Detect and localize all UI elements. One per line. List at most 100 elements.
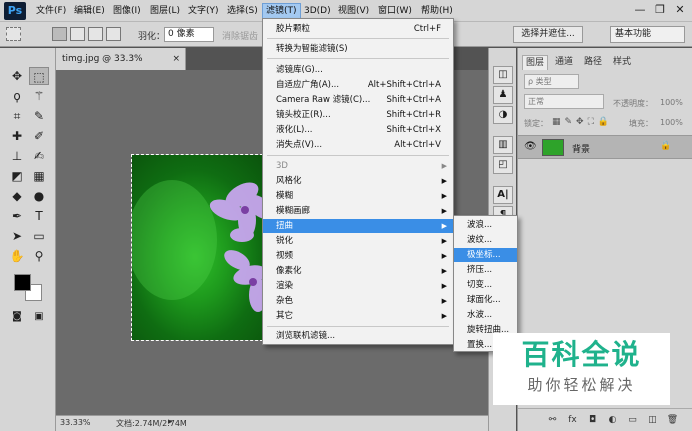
close-window-button[interactable]: ✕ bbox=[670, 0, 690, 20]
menu-file[interactable]: 文件(F) bbox=[33, 4, 69, 19]
lasso-tool-icon[interactable]: ϙ bbox=[7, 87, 27, 105]
menu-item-filter-gallery[interactable]: 滤镜库(G)... bbox=[263, 63, 453, 77]
visibility-eye-icon[interactable]: 👁 bbox=[524, 141, 537, 152]
menu-item-browse-filters-online[interactable]: 浏览联机滤镜... bbox=[263, 329, 453, 343]
workspace-select[interactable]: 基本功能 bbox=[610, 26, 685, 43]
link-layers-icon[interactable]: ⚯ bbox=[546, 414, 559, 427]
blend-mode-select[interactable]: 正常 bbox=[524, 94, 604, 109]
opacity-value[interactable]: 100% bbox=[660, 98, 683, 107]
submenu-item-zigzag[interactable]: 水波... bbox=[454, 308, 517, 322]
feather-input[interactable]: 0 像素 bbox=[164, 27, 214, 42]
zoom-tool-icon[interactable]: ⚲ bbox=[29, 247, 49, 265]
menu-item-camera-raw[interactable]: Camera Raw 滤镜(C)... Shift+Ctrl+A bbox=[263, 93, 453, 107]
submenu-item-polar-coordinates[interactable]: 极坐标... bbox=[454, 248, 517, 262]
menu-view[interactable]: 视图(V) bbox=[335, 4, 372, 19]
menu-item-blur-gallery[interactable]: 模糊画廊 ▶ bbox=[263, 204, 453, 218]
submenu-item-ripple[interactable]: 波纹... bbox=[454, 233, 517, 247]
menu-item-pixelate[interactable]: 像素化 ▶ bbox=[263, 264, 453, 278]
subtract-selection-icon[interactable] bbox=[88, 27, 103, 41]
menu-item-blur[interactable]: 模糊 ▶ bbox=[263, 189, 453, 203]
close-tab-icon[interactable]: × bbox=[172, 48, 180, 70]
zoom-level[interactable]: 33.33% bbox=[60, 418, 91, 427]
new-group-icon[interactable]: ▭ bbox=[626, 414, 639, 427]
new-layer-icon[interactable]: ◫ bbox=[646, 414, 659, 427]
menu-type[interactable]: 文字(Y) bbox=[185, 4, 222, 19]
swatches-panel-icon[interactable]: ◰ bbox=[493, 156, 513, 174]
lock-icons[interactable]: ▦✎✥⛶🔒 bbox=[552, 117, 613, 127]
menu-item-render[interactable]: 渲染 ▶ bbox=[263, 279, 453, 293]
blur-tool-icon[interactable]: ◆ bbox=[7, 187, 27, 205]
clone-stamp-tool-icon[interactable]: ⊥ bbox=[7, 147, 27, 165]
history-brush-tool-icon[interactable]: ✍ bbox=[29, 147, 49, 165]
menu-select[interactable]: 选择(S) bbox=[224, 4, 261, 19]
menu-edit[interactable]: 编辑(E) bbox=[71, 4, 108, 19]
select-and-mask-button[interactable]: 选择并遮住... bbox=[513, 26, 583, 43]
submenu-item-shear[interactable]: 切变... bbox=[454, 278, 517, 292]
submenu-item-spherize[interactable]: 球面化... bbox=[454, 293, 517, 307]
adjustment-layer-icon[interactable]: ◐ bbox=[606, 414, 619, 427]
tab-paths[interactable]: 路径 bbox=[581, 55, 605, 70]
delete-layer-icon[interactable]: 🗑 bbox=[666, 414, 679, 427]
move-tool-icon[interactable]: ✥ bbox=[7, 67, 27, 85]
menu-image[interactable]: 图像(I) bbox=[110, 4, 144, 19]
menu-item-vanishing-point[interactable]: 消失点(V)... Alt+Ctrl+V bbox=[263, 138, 453, 152]
menu-item-lens-correction[interactable]: 镜头校正(R)... Shift+Ctrl+R bbox=[263, 108, 453, 122]
intersect-selection-icon[interactable] bbox=[106, 27, 121, 41]
adjustments-panel-icon[interactable]: ◑ bbox=[493, 106, 513, 124]
restore-button[interactable]: ❐ bbox=[650, 0, 670, 20]
minimize-button[interactable]: — bbox=[630, 0, 650, 20]
magic-wand-tool-icon[interactable]: ⚚ bbox=[29, 87, 49, 105]
layer-kind-filter[interactable]: ρ 类型 bbox=[524, 74, 579, 89]
menu-item-3d[interactable]: 3D ▶ bbox=[263, 159, 453, 173]
healing-brush-tool-icon[interactable]: ✚ bbox=[7, 127, 27, 145]
layer-row[interactable]: 👁 背景 🔒 bbox=[518, 135, 692, 159]
eraser-tool-icon[interactable]: ◩ bbox=[7, 167, 27, 185]
marquee-preset-icon[interactable] bbox=[6, 27, 21, 41]
libraries-panel-icon[interactable]: ▥ bbox=[493, 136, 513, 154]
add-selection-icon[interactable] bbox=[70, 27, 85, 41]
tab-styles[interactable]: 样式 bbox=[610, 55, 634, 70]
menu-item-noise[interactable]: 杂色 ▶ bbox=[263, 294, 453, 308]
brush-tool-icon[interactable]: ✐ bbox=[29, 127, 49, 145]
menu-window[interactable]: 窗口(W) bbox=[375, 4, 415, 19]
dodge-tool-icon[interactable]: ● bbox=[29, 187, 49, 205]
menu-filter[interactable]: 滤镜(T) bbox=[262, 3, 301, 20]
character-panel-icon[interactable]: A| bbox=[493, 186, 513, 204]
properties-panel-icon[interactable]: ♟ bbox=[493, 86, 513, 104]
menu-item-video[interactable]: 视频 ▶ bbox=[263, 249, 453, 263]
eyedropper-tool-icon[interactable]: ✎ bbox=[29, 107, 49, 125]
menu-item-other[interactable]: 其它 ▶ bbox=[263, 309, 453, 323]
crop-tool-icon[interactable]: ⌗ bbox=[7, 107, 27, 125]
submenu-item-wave[interactable]: 波浪... bbox=[454, 218, 517, 232]
type-tool-icon[interactable]: T bbox=[29, 207, 49, 225]
quick-mask-icon[interactable]: ◙ bbox=[7, 308, 27, 326]
menu-item-liquify[interactable]: 液化(L)... Shift+Ctrl+X bbox=[263, 123, 453, 137]
gradient-tool-icon[interactable]: ▦ bbox=[29, 167, 49, 185]
status-arrow-icon[interactable]: ▸ bbox=[168, 417, 173, 427]
tab-layers[interactable]: 图层 bbox=[522, 55, 549, 70]
menu-item-adaptive-wide-angle[interactable]: 自适应广角(A)... Alt+Shift+Ctrl+A bbox=[263, 78, 453, 92]
hand-tool-icon[interactable]: ✋ bbox=[7, 247, 27, 265]
menu-help[interactable]: 帮助(H) bbox=[418, 4, 456, 19]
screen-mode-icon[interactable]: ▣ bbox=[29, 308, 49, 326]
shape-tool-icon[interactable]: ▭ bbox=[29, 227, 49, 245]
tab-channels[interactable]: 通道 bbox=[552, 55, 576, 70]
add-mask-icon[interactable]: ◘ bbox=[586, 414, 599, 427]
menu-item-stylize[interactable]: 风格化 ▶ bbox=[263, 174, 453, 188]
menu-item-film-grain[interactable]: 胶片颗粒 Ctrl+F bbox=[263, 22, 453, 36]
antialias-checkbox[interactable]: 消除锯齿 bbox=[222, 29, 258, 42]
layer-style-fx-icon[interactable]: fx bbox=[566, 414, 579, 427]
history-panel-icon[interactable]: ◫ bbox=[493, 66, 513, 84]
submenu-item-pinch[interactable]: 挤压... bbox=[454, 263, 517, 277]
menu-layer[interactable]: 图层(L) bbox=[147, 4, 183, 19]
pen-tool-icon[interactable]: ✒ bbox=[7, 207, 27, 225]
document-tab[interactable]: timg.jpg @ 33.3%(RGB/8#) * × bbox=[56, 48, 186, 86]
menu-item-distort[interactable]: 扭曲 ▶ bbox=[263, 219, 453, 233]
menu-item-sharpen[interactable]: 锐化 ▶ bbox=[263, 234, 453, 248]
menu-3d[interactable]: 3D(D) bbox=[301, 4, 334, 19]
new-selection-icon[interactable] bbox=[52, 27, 67, 41]
path-selection-tool-icon[interactable]: ➤ bbox=[7, 227, 27, 245]
menu-item-convert-smart-filter[interactable]: 转换为智能滤镜(S) bbox=[263, 42, 453, 56]
fill-value[interactable]: 100% bbox=[660, 118, 683, 127]
rectangular-marquee-tool-icon[interactable]: ⬚ bbox=[29, 67, 49, 85]
